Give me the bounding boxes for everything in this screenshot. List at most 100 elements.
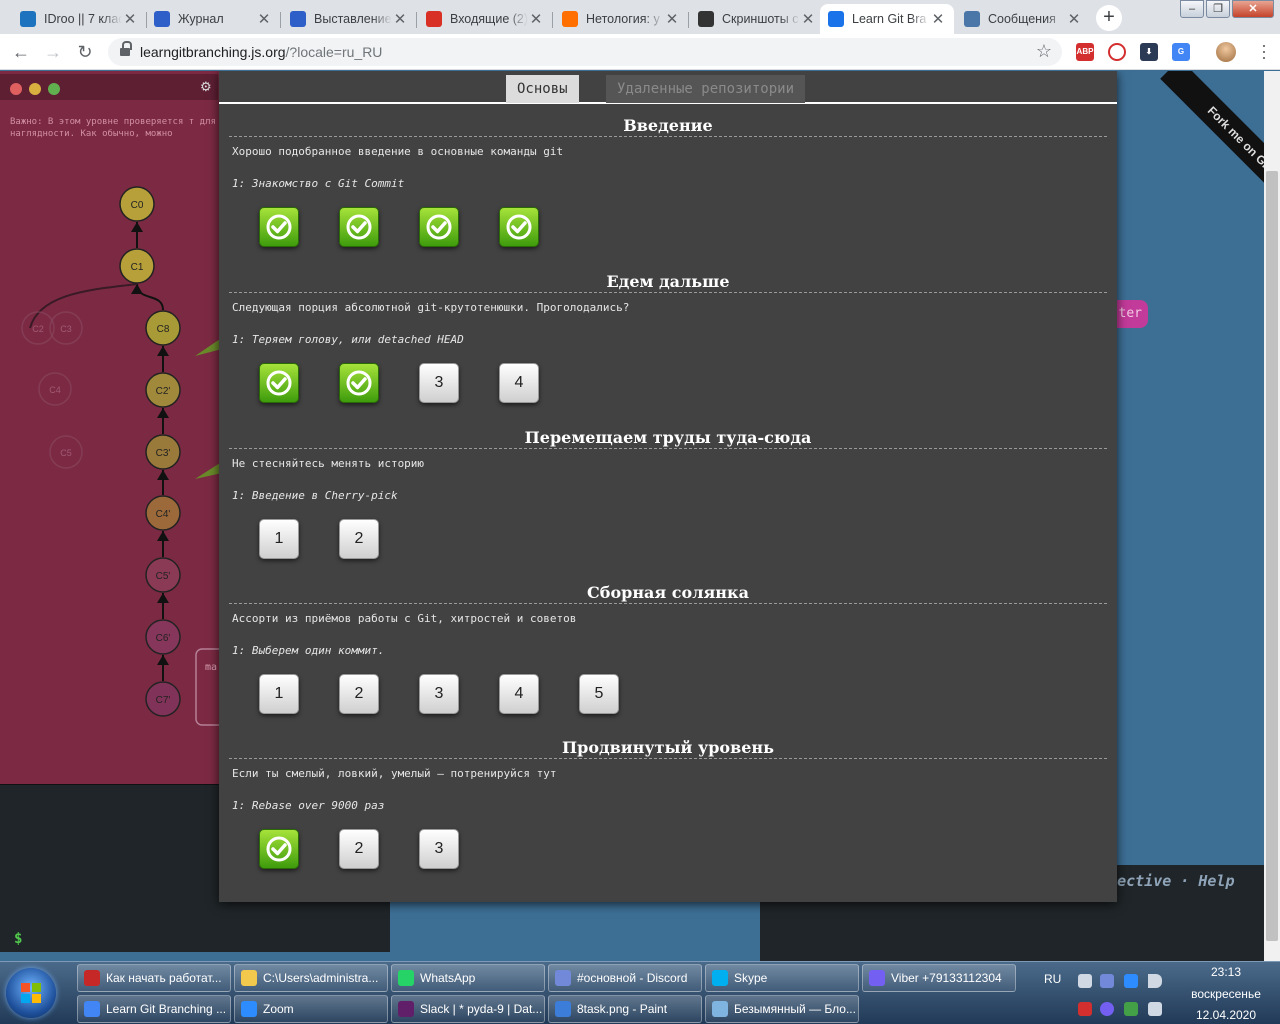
browser-tab[interactable]: Сообщения ✕ (956, 4, 1090, 34)
close-tab-icon[interactable]: ✕ (800, 10, 816, 28)
close-tab-icon[interactable]: ✕ (664, 10, 680, 28)
browser-tab[interactable]: Выставление ✕ (282, 4, 416, 34)
level-button[interactable]: 5 (579, 674, 619, 714)
level-number: 3 (434, 685, 444, 702)
browser-tab[interactable]: IDroo || 7 класс✕ (12, 4, 146, 34)
clock-time[interactable]: 23:13 (1186, 965, 1266, 979)
level-button[interactable]: 2 (339, 829, 379, 869)
volume-icon[interactable] (1148, 974, 1162, 988)
maximize-dot-icon[interactable] (48, 83, 60, 95)
idroo-icon (20, 11, 36, 27)
level-button[interactable]: 1 (259, 674, 299, 714)
close-window-button[interactable]: ✕ (1232, 0, 1274, 18)
translate-icon[interactable]: G (1172, 43, 1190, 61)
taskbar-button[interactable]: Slack | * pyda-9 | Dat... (391, 995, 545, 1023)
zoom-tray-icon[interactable] (1124, 974, 1138, 988)
slack-icon (398, 1001, 414, 1017)
level-button[interactable] (339, 363, 379, 403)
close-tab-icon[interactable]: ✕ (122, 10, 138, 28)
tab-remote[interactable]: Удаленные репозитории (606, 75, 806, 103)
level-button[interactable] (339, 207, 379, 247)
download-ext-icon[interactable]: ⬇ (1140, 43, 1158, 61)
level-number: 4 (514, 685, 524, 702)
level-button[interactable]: 4 (499, 363, 539, 403)
level-button[interactable] (499, 207, 539, 247)
taskbar-button[interactable]: Zoom (234, 995, 388, 1023)
level-button[interactable]: 1 (259, 519, 299, 559)
browser-tab[interactable]: Входящие (2) ✕ (418, 4, 552, 34)
taskbar-button[interactable]: Learn Git Branching ... (77, 995, 231, 1023)
github-ribbon[interactable]: Fork me on GitHub (1160, 71, 1280, 235)
gear-icon[interactable]: ⚙ (200, 79, 212, 95)
checkmark-icon (426, 214, 452, 240)
level-sequence: Перемещаем труды туда-сюда Не стесняйтесь… (229, 427, 1107, 565)
commit-arrowhead (157, 408, 169, 418)
netology-icon (562, 11, 578, 27)
bookmark-star-icon[interactable]: ☆ (1036, 41, 1052, 62)
lock-icon (120, 41, 132, 57)
taskbar-button[interactable]: 8task.png - Paint (548, 995, 702, 1023)
flag-tray-icon[interactable] (1078, 1002, 1092, 1016)
reload-icon[interactable]: ↻ (74, 41, 96, 63)
block-icon[interactable] (1108, 43, 1126, 61)
profile-avatar[interactable] (1216, 42, 1236, 62)
messages-icon (964, 11, 980, 27)
forward-icon[interactable]: → (42, 41, 64, 63)
minimize-dot-icon[interactable] (29, 83, 41, 95)
level-button[interactable]: 2 (339, 519, 379, 559)
clock-day[interactable]: воскресенье (1182, 987, 1270, 1001)
clock-date[interactable]: 12.04.2020 (1186, 1008, 1266, 1022)
tab-title: IDroo || 7 класс (44, 12, 122, 26)
address-bar[interactable]: learngitbranching.js.org/?locale=ru_RU ☆ (108, 38, 1062, 66)
taskbar-button[interactable]: Безымянный — Бло... (705, 995, 859, 1023)
maximize-button[interactable]: ❐ (1206, 0, 1230, 18)
taskbar-button[interactable]: C:\Users\administra... (234, 964, 388, 992)
tab-basics[interactable]: Основы (506, 75, 579, 103)
close-tab-icon[interactable]: ✕ (1066, 10, 1082, 28)
taskbar-button[interactable]: Skype (705, 964, 859, 992)
close-dot-icon[interactable] (10, 83, 22, 95)
browser-tab[interactable]: Журнал ✕ (146, 4, 280, 34)
close-tab-icon[interactable]: ✕ (930, 10, 946, 28)
new-tab-button[interactable]: + (1096, 5, 1122, 31)
close-tab-icon[interactable]: ✕ (392, 10, 408, 28)
skype-icon (712, 970, 728, 986)
browser-tab[interactable]: Learn Git Bra ✕ (820, 4, 954, 34)
commit-label: C4' (156, 509, 171, 520)
level-button[interactable]: 3 (419, 363, 459, 403)
network-tray-icon[interactable] (1078, 974, 1092, 988)
minimize-button[interactable]: – (1180, 0, 1204, 18)
level-button[interactable]: 3 (419, 674, 459, 714)
language-indicator[interactable]: RU (1044, 972, 1061, 986)
taskbar-button[interactable]: #основной - Discord (548, 964, 702, 992)
learngit-icon (828, 11, 844, 27)
close-tab-icon[interactable]: ✕ (256, 10, 272, 28)
level-button[interactable] (259, 363, 299, 403)
level-button[interactable]: 4 (499, 674, 539, 714)
level-button[interactable] (259, 207, 299, 247)
start-button[interactable] (6, 968, 56, 1018)
level-name: 1: Выберем один коммит. (232, 644, 385, 657)
level-button[interactable] (419, 207, 459, 247)
shield-tray-icon[interactable] (1124, 1002, 1138, 1016)
browser-tab[interactable]: Скриншоты с ✕ (690, 4, 824, 34)
taskbar-button[interactable]: Viber +79133112304 (862, 964, 1016, 992)
level-button[interactable]: 3 (419, 829, 459, 869)
taskbar-button[interactable]: WhatsApp (391, 964, 545, 992)
whatsapp-icon (398, 970, 414, 986)
viber-tray-icon[interactable] (1100, 1002, 1114, 1016)
power-tray-icon[interactable] (1148, 1002, 1162, 1016)
back-icon[interactable]: ← (10, 41, 32, 63)
close-tab-icon[interactable]: ✕ (528, 10, 544, 28)
page-scrollbar[interactable] (1264, 71, 1280, 961)
adblock-icon[interactable]: ABP (1076, 43, 1094, 61)
level-button[interactable]: 2 (339, 674, 379, 714)
scroll-thumb[interactable] (1266, 171, 1278, 941)
discord-tray-icon[interactable] (1100, 974, 1114, 988)
menu-kebab-icon[interactable]: · · · (1259, 36, 1269, 66)
notepad-icon (712, 1001, 728, 1017)
browser-tab[interactable]: Нетология: у ✕ (554, 4, 688, 34)
level-button[interactable] (259, 829, 299, 869)
ghost-commit-label: C2 (32, 324, 44, 334)
taskbar-button[interactable]: Как начать работат... (77, 964, 231, 992)
